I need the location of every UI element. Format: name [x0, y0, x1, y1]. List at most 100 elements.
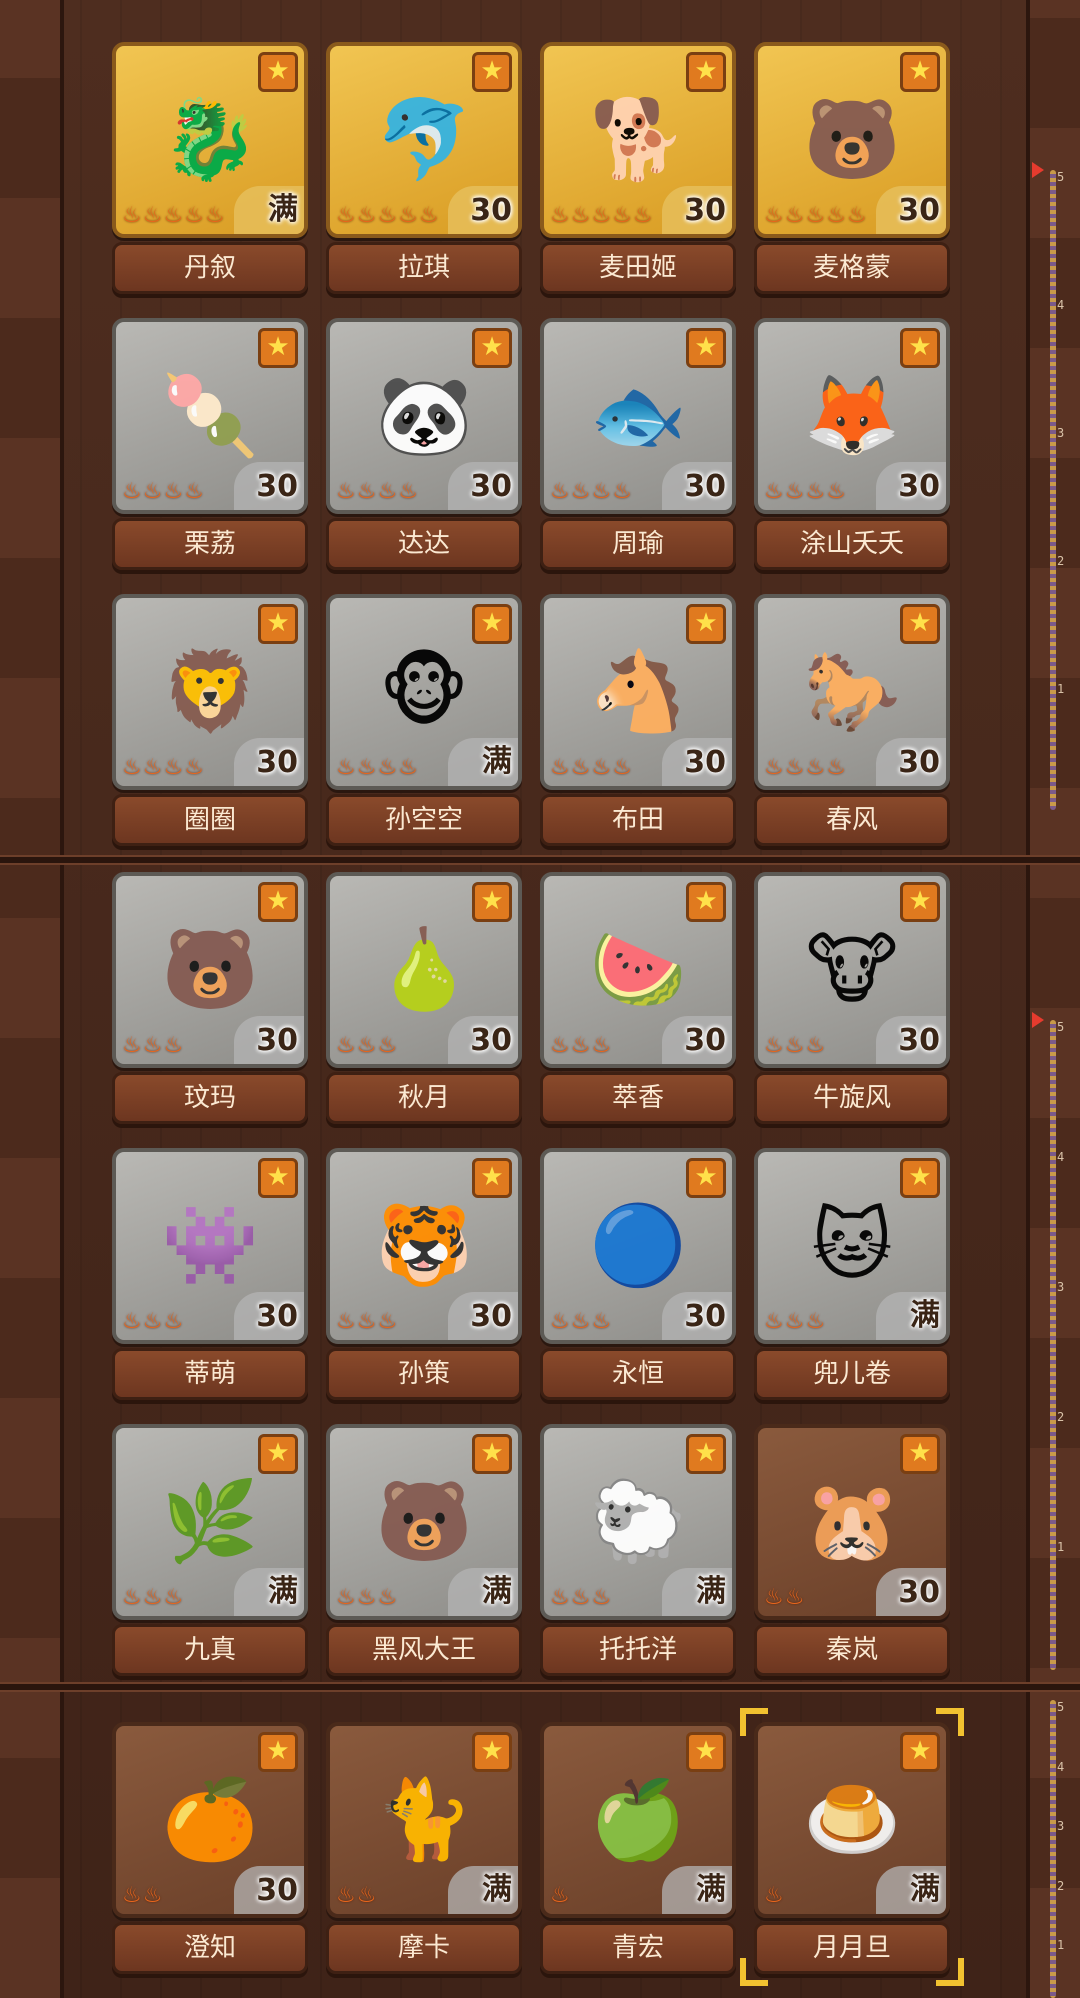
- star-badge-icon: ★: [900, 1158, 940, 1198]
- flame-icon: ♨: [764, 755, 784, 780]
- character-card[interactable]: 🍉 ★ 30 ♨ ♨ ♨ 萃香: [540, 872, 736, 1124]
- level-label: 满: [482, 744, 512, 779]
- flame-icon: ♨: [122, 479, 142, 504]
- character-portrait-tile[interactable]: 🐮 ★ 30 ♨ ♨ ♨: [754, 872, 950, 1068]
- character-card[interactable]: 🍡 ★ 30 ♨ ♨ ♨ ♨ 栗荔: [112, 318, 308, 570]
- flame-icon: ♨: [805, 479, 826, 504]
- ruler-tick-label: 4: [1057, 298, 1065, 312]
- character-card[interactable]: 🐼 ★ 30 ♨ ♨ ♨ ♨ 达达: [326, 318, 522, 570]
- flame-icon: ♨: [764, 203, 784, 228]
- level-label: 满: [910, 1298, 940, 1333]
- character-portrait-tile[interactable]: 🐱 ★ 满 ♨ ♨ ♨: [754, 1148, 950, 1344]
- character-portrait-tile[interactable]: 🦊 ★ 30 ♨ ♨ ♨ ♨: [754, 318, 950, 514]
- character-portrait-tile[interactable]: 🐟 ★ 30 ♨ ♨ ♨ ♨: [540, 318, 736, 514]
- ruler-bar: [1050, 170, 1056, 810]
- character-portrait-tile[interactable]: 🍉 ★ 30 ♨ ♨ ♨: [540, 872, 736, 1068]
- flame-icon: ♨: [184, 479, 204, 504]
- character-card[interactable]: 🐴 ★ 30 ♨ ♨ ♨ ♨ 布田: [540, 594, 736, 846]
- level-label: 30: [684, 193, 726, 228]
- flame-icon: ♨: [612, 755, 632, 780]
- character-card[interactable]: 🐉 ★ 满 ♨ ♨ ♨ ♨ ♨ 丹叙: [112, 42, 308, 294]
- flame-icon: ♨: [764, 1309, 784, 1334]
- level-label: 30: [684, 469, 726, 504]
- flame-icon: ♨: [377, 1585, 398, 1610]
- character-card[interactable]: 🐯 ★ 30 ♨ ♨ ♨ 孙策: [326, 1148, 522, 1400]
- character-portrait-tile[interactable]: 🐑 ★ 满 ♨ ♨ ♨: [540, 1424, 736, 1620]
- character-card[interactable]: 🐎 ★ 30 ♨ ♨ ♨ ♨ 春风: [754, 594, 950, 846]
- character-card[interactable]: 🐮 ★ 30 ♨ ♨ ♨ 牛旋风: [754, 872, 950, 1124]
- character-card[interactable]: 🦊 ★ 30 ♨ ♨ ♨ ♨ 涂山夭夭: [754, 318, 950, 570]
- character-portrait-tile[interactable]: 🍐 ★ 30 ♨ ♨ ♨: [326, 872, 522, 1068]
- character-card[interactable]: 🍏 ★ 满 ♨ 青宏: [540, 1722, 736, 1974]
- character-card[interactable]: 🦁 ★ 30 ♨ ♨ ♨ ♨ 圈圈: [112, 594, 308, 846]
- character-portrait-tile[interactable]: 🐎 ★ 30 ♨ ♨ ♨ ♨: [754, 594, 950, 790]
- flame-icon: ♨: [570, 479, 591, 504]
- star-badge-icon: ★: [258, 1158, 298, 1198]
- level-label: 30: [684, 745, 726, 780]
- character-portrait-tile[interactable]: 🔵 ★ 30 ♨ ♨ ♨: [540, 1148, 736, 1344]
- character-portrait-tile[interactable]: 🍮 ★ 满 ♨: [754, 1722, 950, 1918]
- character-card[interactable]: 🐻 ★ 满 ♨ ♨ ♨ 黑风大王: [326, 1424, 522, 1676]
- character-portrait-tile[interactable]: 🐼 ★ 30 ♨ ♨ ♨ ♨: [326, 318, 522, 514]
- level-label: 30: [470, 1299, 512, 1334]
- flame-icon: ♨: [163, 1585, 184, 1610]
- level-label: 30: [898, 193, 940, 228]
- height-ruler: 5 4 3 2 1: [1032, 1012, 1065, 1670]
- star-badge-icon: ★: [472, 1158, 512, 1198]
- character-portrait-tile[interactable]: 🐬 ★ 30 ♨ ♨ ♨ ♨ ♨: [326, 42, 522, 238]
- star-badge-icon: ★: [686, 52, 726, 92]
- character-portrait-tile[interactable]: 🐻 ★ 30 ♨ ♨ ♨ ♨ ♨: [754, 42, 950, 238]
- character-portrait-tile[interactable]: 🍡 ★ 30 ♨ ♨ ♨ ♨: [112, 318, 308, 514]
- star-badge-icon: ★: [900, 604, 940, 644]
- character-name-plate: 秋月: [326, 1072, 522, 1124]
- ruler-tick-label: 3: [1057, 1280, 1065, 1294]
- character-portrait-tile[interactable]: 🐕 ★ 30 ♨ ♨ ♨ ♨ ♨: [540, 42, 736, 238]
- flame-icon: ♨: [826, 479, 846, 504]
- flame-icon: ♨: [550, 755, 570, 780]
- star-badge-icon: ★: [258, 1434, 298, 1474]
- character-card[interactable]: 🐈 ★ 满 ♨ ♨ 摩卡: [326, 1722, 522, 1974]
- character-card[interactable]: 🐬 ★ 30 ♨ ♨ ♨ ♨ ♨ 拉琪: [326, 42, 522, 294]
- character-portrait-tile[interactable]: 🦁 ★ 30 ♨ ♨ ♨ ♨: [112, 594, 308, 790]
- left-frame: [0, 0, 64, 1998]
- character-card[interactable]: 🍊 ★ 30 ♨ ♨ 澄知: [112, 1722, 308, 1974]
- character-name-plate: 牛旋风: [754, 1072, 950, 1124]
- character-card[interactable]: 🔵 ★ 30 ♨ ♨ ♨ 永恒: [540, 1148, 736, 1400]
- character-portrait-tile[interactable]: 🐹 ★ 30 ♨ ♨: [754, 1424, 950, 1620]
- character-card[interactable]: 🐻 ★ 30 ♨ ♨ ♨ ♨ ♨ 麦格蒙: [754, 42, 950, 294]
- character-card[interactable]: 🐵 ★ 满 ♨ ♨ ♨ ♨ 孙空空: [326, 594, 522, 846]
- character-portrait-tile[interactable]: 🐉 ★ 满 ♨ ♨ ♨ ♨ ♨: [112, 42, 308, 238]
- flame-icon: ♨: [784, 479, 805, 504]
- character-portrait-tile[interactable]: 🌿 ★ 满 ♨ ♨ ♨: [112, 1424, 308, 1620]
- level-label: 30: [684, 1023, 726, 1058]
- flame-rating: ♨ ♨ ♨ ♨: [550, 755, 632, 780]
- character-portrait-tile[interactable]: 🐻 ★ 30 ♨ ♨ ♨: [112, 872, 308, 1068]
- character-portrait-tile[interactable]: 🐯 ★ 30 ♨ ♨ ♨: [326, 1148, 522, 1344]
- character-card[interactable]: 🐹 ★ 30 ♨ ♨ 秦岚: [754, 1424, 950, 1676]
- star-badge-icon: ★: [258, 1732, 298, 1772]
- character-card[interactable]: 🐻 ★ 30 ♨ ♨ ♨ 玟玛: [112, 872, 308, 1124]
- flame-rating: ♨ ♨ ♨: [550, 1585, 611, 1610]
- flame-rating: ♨ ♨ ♨: [122, 1033, 183, 1058]
- character-portrait-tile[interactable]: 🐵 ★ 满 ♨ ♨ ♨ ♨: [326, 594, 522, 790]
- character-card[interactable]: 🐑 ★ 满 ♨ ♨ ♨ 托托洋: [540, 1424, 736, 1676]
- flame-icon: ♨: [204, 203, 225, 228]
- character-card[interactable]: 🐕 ★ 30 ♨ ♨ ♨ ♨ ♨ 麦田姬: [540, 42, 736, 294]
- character-portrait-tile[interactable]: 🍊 ★ 30 ♨ ♨: [112, 1722, 308, 1918]
- character-portrait-tile[interactable]: 🐻 ★ 满 ♨ ♨ ♨: [326, 1424, 522, 1620]
- character-portrait-tile[interactable]: 🐴 ★ 30 ♨ ♨ ♨ ♨: [540, 594, 736, 790]
- character-card[interactable]: 🌿 ★ 满 ♨ ♨ ♨ 九真: [112, 1424, 308, 1676]
- ruler-tick-label: 1: [1057, 1938, 1065, 1953]
- flame-icon: ♨: [142, 479, 163, 504]
- flame-icon: ♨: [570, 755, 591, 780]
- level-label: 30: [684, 1299, 726, 1334]
- character-card[interactable]: 🐱 ★ 满 ♨ ♨ ♨ 兜儿卷: [754, 1148, 950, 1400]
- character-portrait-tile[interactable]: 🐈 ★ 满 ♨ ♨: [326, 1722, 522, 1918]
- character-card[interactable]: 🍐 ★ 30 ♨ ♨ ♨ 秋月: [326, 872, 522, 1124]
- character-card[interactable]: 🐟 ★ 30 ♨ ♨ ♨ ♨ 周瑜: [540, 318, 736, 570]
- character-name-plate: 孙空空: [326, 794, 522, 846]
- character-card[interactable]: 👾 ★ 30 ♨ ♨ ♨ 蒂萌: [112, 1148, 308, 1400]
- character-portrait-tile[interactable]: 🍏 ★ 满 ♨: [540, 1722, 736, 1918]
- character-card[interactable]: 🍮 ★ 满 ♨ 月月旦: [754, 1722, 950, 1974]
- character-portrait-tile[interactable]: 👾 ★ 30 ♨ ♨ ♨: [112, 1148, 308, 1344]
